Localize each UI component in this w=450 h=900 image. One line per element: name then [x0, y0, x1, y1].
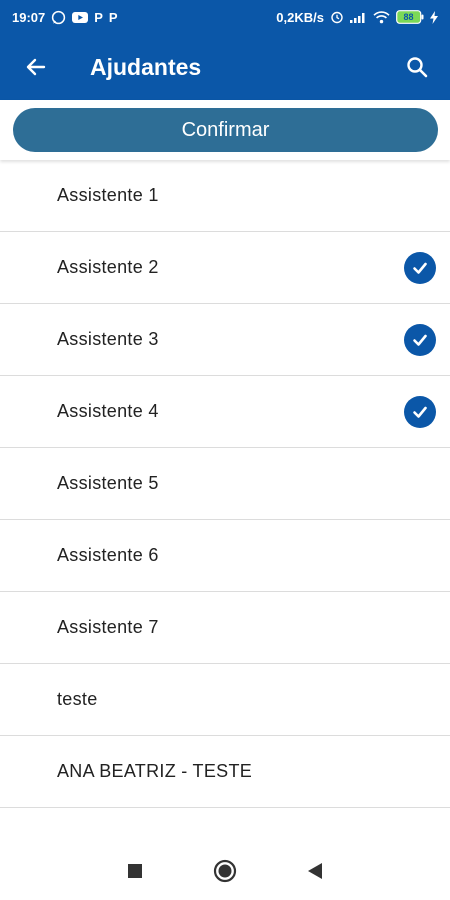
alarm-icon [330, 10, 344, 24]
list-item[interactable]: Assistente 7 [0, 592, 450, 664]
list-item-label: Assistente 3 [57, 329, 159, 349]
app-bar: Ajudantes [0, 34, 450, 100]
confirm-button[interactable]: Confirmar [13, 108, 438, 152]
list-item-label: Assistente 6 [57, 545, 159, 565]
list-item[interactable]: Assistente 4 [0, 376, 450, 448]
status-bar-left: 19:07 P P [12, 10, 118, 25]
battery-level: 88 [403, 12, 414, 22]
list-item[interactable]: Assistente 5 [0, 448, 450, 520]
list-item[interactable]: Assistente 3 [0, 304, 450, 376]
list-item-label: Assistente 1 [57, 185, 159, 205]
battery-icon: 88 [396, 10, 424, 24]
search-icon [405, 55, 429, 79]
status-time: 19:07 [12, 9, 46, 25]
check-circle-icon[interactable] [404, 251, 436, 284]
list-item[interactable]: Assistente 1 [0, 160, 450, 232]
circle-home-icon [213, 859, 237, 883]
triangle-back-icon [307, 862, 323, 880]
list-item[interactable]: ANA BEATRIZ - TESTE [0, 736, 450, 808]
network-speed: 0,2KB/s [276, 9, 324, 25]
youtube-icon [72, 11, 89, 24]
page-title: Ajudantes [90, 53, 202, 80]
status-bar-right: 0,2KB/s 88 [276, 10, 438, 25]
helpers-list: Assistente 1 Assistente 2 Assistente 3 Assi… [0, 160, 450, 842]
check-circle-icon[interactable] [404, 395, 436, 428]
charging-icon [430, 10, 438, 24]
whatsapp-icon [51, 10, 66, 25]
status-bar: 19:07 P P 0,2KB/s 88 [0, 0, 450, 34]
wifi-icon [373, 10, 390, 24]
list-item-label: Assistente 5 [57, 473, 159, 493]
nav-back-button[interactable] [270, 842, 360, 900]
list-item-label: Assistente 4 [57, 401, 159, 421]
arrow-left-icon [24, 55, 48, 79]
recents-button[interactable] [90, 842, 180, 900]
list-item-label: ANA BEATRIZ - TESTE [57, 761, 253, 781]
list-item-label: Assistente 7 [57, 617, 159, 637]
p-app-icon-2: P [108, 9, 118, 25]
confirm-bar: Confirmar [0, 100, 450, 160]
list-item-label: teste [57, 689, 98, 709]
p-app-icon: P [94, 9, 103, 25]
list-item[interactable]: Assistente 6 [0, 520, 450, 592]
signal-icon [350, 11, 367, 23]
search-button[interactable] [384, 34, 450, 100]
list-item[interactable]: teste [0, 664, 450, 736]
back-button[interactable] [0, 34, 72, 100]
square-recents-icon [127, 863, 143, 879]
system-nav-bar [0, 842, 450, 900]
check-circle-icon[interactable] [404, 323, 436, 356]
list-item-label: Assistente 2 [57, 257, 159, 277]
list-item[interactable]: Assistente 2 [0, 232, 450, 304]
home-button[interactable] [180, 842, 270, 900]
